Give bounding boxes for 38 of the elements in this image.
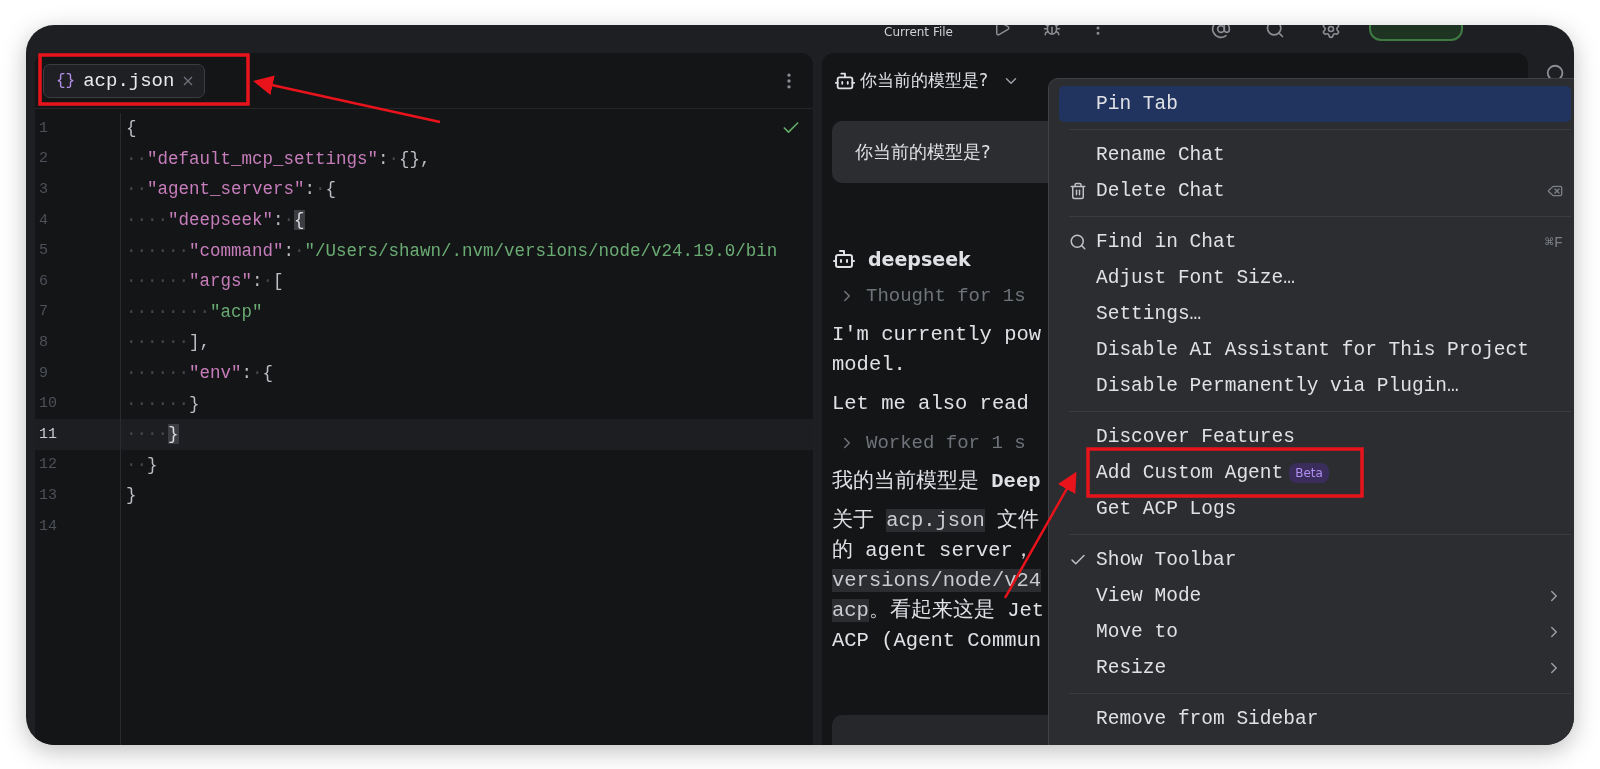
code-line: ······} xyxy=(126,393,200,414)
line-number: 13 xyxy=(39,486,57,504)
line-number: 8 xyxy=(39,333,48,351)
code-line: ··"agent_servers":·{ xyxy=(126,179,337,200)
message-text: ACP (Agent Commun xyxy=(832,628,1042,654)
line-number: 4 xyxy=(39,211,48,229)
message-text: model. xyxy=(832,352,906,378)
message-text: 我的当前模型是 Deep xyxy=(832,469,1041,495)
code-line: ········"acp" xyxy=(126,301,263,322)
line-number: 3 xyxy=(39,181,48,198)
line-number: 11 xyxy=(39,425,57,443)
line-number: 2 xyxy=(39,150,48,168)
message-text: acp。看起来这是 Jet xyxy=(832,597,1045,624)
code-line: ······"command":·"/Users/shawn/.nvm/versions/node/v24.19.0/bin xyxy=(126,240,778,261)
line-number: 9 xyxy=(39,364,48,382)
code-line: ····"deepseek":·{ xyxy=(126,210,305,231)
line-number: 7 xyxy=(39,303,48,321)
line-number: 6 xyxy=(39,272,48,290)
agent-name: deepseek xyxy=(868,248,971,270)
code-line: ······], xyxy=(126,332,211,353)
code-line: } xyxy=(126,485,137,506)
message-text: 的 agent server， xyxy=(832,538,1034,564)
line-number: 14 xyxy=(39,517,57,535)
code-line: ··} xyxy=(126,454,158,475)
code-line: ······"env":·{ xyxy=(126,363,274,384)
message-text: Let me also read xyxy=(832,391,1029,417)
code-line: { xyxy=(126,118,137,139)
code-line: ··"default_mcp_settings":·{}, xyxy=(126,148,431,169)
message-text: 关于 acp.json 文件 xyxy=(832,507,1040,534)
message-text: I'm currently pow xyxy=(832,322,1042,348)
line-number: 1 xyxy=(39,119,48,137)
code-line: ····} xyxy=(126,424,179,445)
shortcut-text: ⌘F xyxy=(1544,233,1563,252)
code-line: ······"args":·[ xyxy=(126,271,284,292)
line-number: 12 xyxy=(39,456,57,474)
line-number: 5 xyxy=(39,242,48,260)
beta-badge: Beta xyxy=(1289,463,1329,483)
line-number: 10 xyxy=(39,395,57,413)
